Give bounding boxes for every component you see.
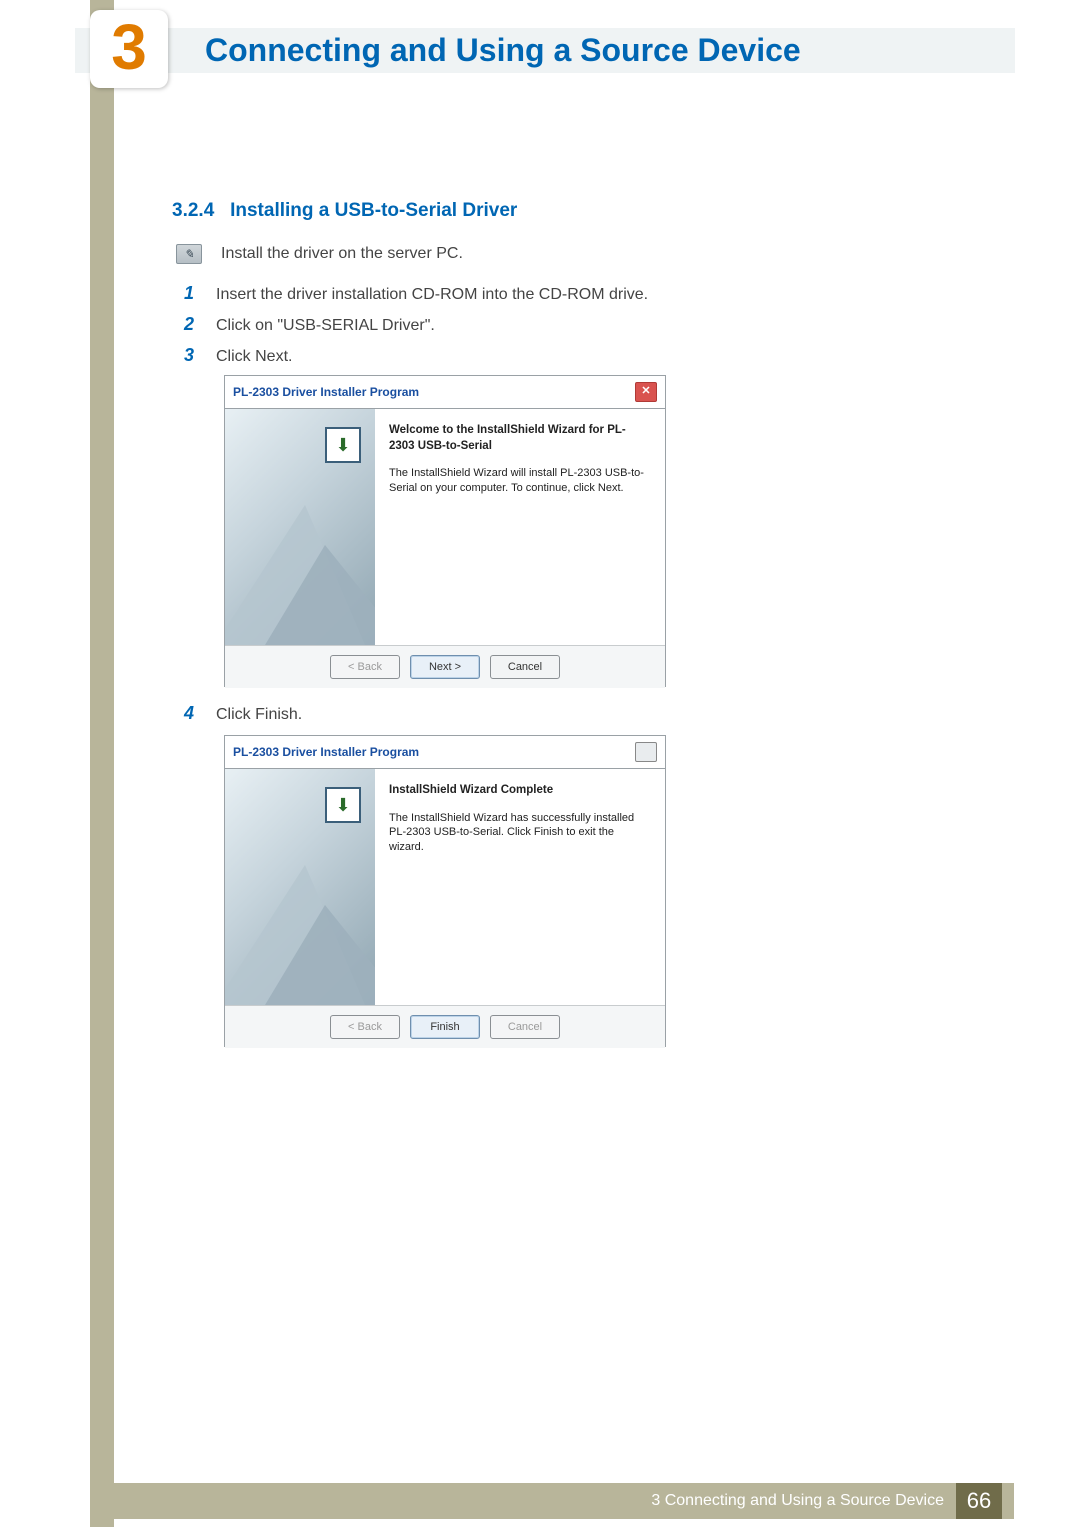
finish-button[interactable]: Finish [410,1015,480,1039]
step-text: Click Next. [216,348,292,365]
note-text: Install the driver on the server PC. [221,245,463,263]
step-number: 3 [184,345,210,366]
dialog-heading: Welcome to the InstallShield Wizard for … [389,423,651,454]
next-button[interactable]: Next > [410,655,480,679]
page: 3 Connecting and Using a Source Device 3… [0,0,1080,1527]
section-heading: 3.2.4 Installing a USB-to-Serial Driver [172,200,517,222]
close-icon[interactable] [635,742,657,762]
close-icon[interactable]: ✕ [635,382,657,402]
dialog-title: PL-2303 Driver Installer Program [233,745,419,759]
installer-dialog-complete: PL-2303 Driver Installer Program ⬇ Insta… [224,735,666,1047]
dialog-body-text: The InstallShield Wizard has successfull… [389,811,651,856]
step-1: 1 Insert the driver installation CD-ROM i… [184,283,648,304]
dialog-body: ⬇ InstallShield Wizard Complete The Inst… [225,769,665,1005]
page-footer: 3 Connecting and Using a Source Device 6… [114,1483,1014,1519]
step-4: 4 Click Finish. [184,703,302,724]
dialog-content: Welcome to the InstallShield Wizard for … [375,409,665,645]
step-3: 3 Click Next. [184,345,292,366]
installer-icon: ⬇ [325,427,361,463]
step-text: Click Finish. [216,706,302,723]
dialog-body: ⬇ Welcome to the InstallShield Wizard fo… [225,409,665,645]
chapter-number-badge: 3 [90,10,168,88]
step-number: 1 [184,283,210,304]
chapter-number: 3 [111,15,147,79]
dialog-sidebar-graphic: ⬇ [225,769,375,1005]
step-text: Insert the driver installation CD-ROM in… [216,286,648,303]
dialog-heading: InstallShield Wizard Complete [389,783,651,799]
dialog-content: InstallShield Wizard Complete The Instal… [375,769,665,1005]
note-icon: ✎ [176,244,202,264]
step-2: 2 Click on "USB-SERIAL Driver". [184,314,435,335]
dialog-footer: < Back Next > Cancel [225,645,665,688]
dialog-titlebar: PL-2303 Driver Installer Program [225,736,665,769]
installer-icon: ⬇ [325,787,361,823]
back-button[interactable]: < Back [330,655,400,679]
dialog-title: PL-2303 Driver Installer Program [233,385,419,399]
dialog-footer: < Back Finish Cancel [225,1005,665,1048]
step-text: Click on "USB-SERIAL Driver". [216,317,435,334]
footer-text: 3 Connecting and Using a Source Device [651,1492,944,1510]
left-margin-rail [90,0,114,1527]
page-number: 66 [956,1483,1002,1519]
section-number: 3.2.4 [172,200,214,221]
step-number: 4 [184,703,210,724]
section-title: Installing a USB-to-Serial Driver [230,200,517,221]
back-button[interactable]: < Back [330,1015,400,1039]
installer-dialog-welcome: PL-2303 Driver Installer Program ✕ ⬇ Wel… [224,375,666,687]
cancel-button[interactable]: Cancel [490,1015,560,1039]
dialog-body-text: The InstallShield Wizard will install PL… [389,466,651,496]
dialog-titlebar: PL-2303 Driver Installer Program ✕ [225,376,665,409]
footer-endcap [1002,1483,1014,1519]
chapter-title: Connecting and Using a Source Device [205,32,801,69]
cancel-button[interactable]: Cancel [490,655,560,679]
step-number: 2 [184,314,210,335]
dialog-sidebar-graphic: ⬇ [225,409,375,645]
